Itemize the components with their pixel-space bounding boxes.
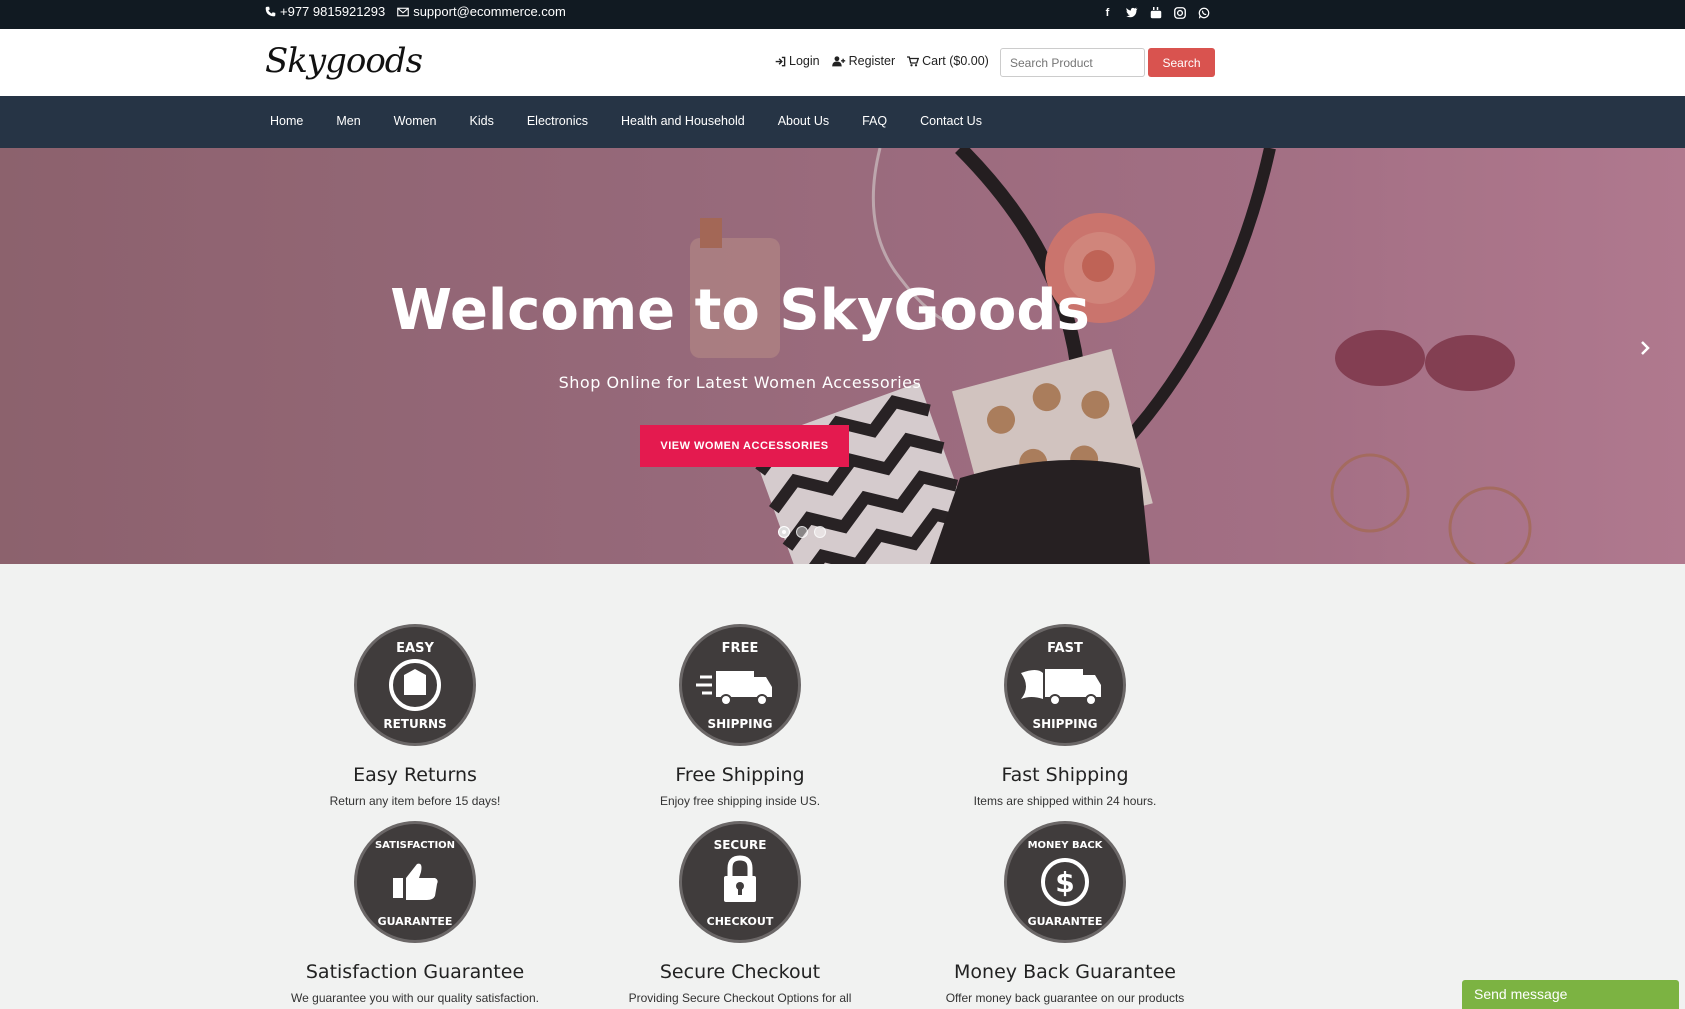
phone-icon bbox=[265, 6, 276, 17]
carousel-next-arrow[interactable] bbox=[1640, 336, 1650, 362]
feature-easy-returns: EASY RETURNS Easy Returns Return any ite… bbox=[265, 624, 565, 808]
feature-title: Fast Shipping bbox=[1001, 764, 1129, 786]
top-bar: +977 9815921293 support@ecommerce.com f bbox=[0, 0, 1685, 29]
feature-title: Easy Returns bbox=[353, 764, 477, 786]
facebook-icon[interactable]: f bbox=[1100, 5, 1115, 20]
feature-title: Satisfaction Guarantee bbox=[305, 961, 525, 983]
nav-item-health-household[interactable]: Health and Household bbox=[621, 114, 745, 128]
badge-bottom-text: SHIPPING bbox=[1032, 717, 1097, 731]
whatsapp-icon[interactable] bbox=[1196, 5, 1211, 20]
account-links: Login Register Cart ($0.00) bbox=[775, 54, 989, 68]
free-shipping-badge: FREE SHIPPING bbox=[679, 624, 801, 746]
feature-description: We guarantee you with our quality satisf… bbox=[291, 991, 539, 1005]
svg-text:$: $ bbox=[1055, 866, 1074, 899]
feature-secure-checkout: SECURE CHECKOUT Secure Checkout Providin… bbox=[590, 821, 890, 1005]
hero-title: Welcome to SkyGoods bbox=[390, 278, 1090, 343]
site-header: Skygoods Login Register Cart ($0.00) Sea… bbox=[0, 29, 1685, 96]
social-links: f bbox=[1100, 5, 1211, 20]
badge-top-text: FREE bbox=[722, 641, 759, 656]
carousel-dot-1[interactable] bbox=[778, 526, 790, 538]
feature-description: Enjoy free shipping inside US. bbox=[659, 794, 821, 808]
instagram-icon[interactable] bbox=[1172, 5, 1187, 20]
badge-top-text: MONEY BACK bbox=[1028, 840, 1104, 851]
badge-top-text: SECURE bbox=[714, 838, 767, 852]
easy-returns-badge: EASY RETURNS bbox=[354, 624, 476, 746]
nav-item-contact-us[interactable]: Contact Us bbox=[920, 114, 982, 128]
badge-bottom-text: CHECKOUT bbox=[707, 915, 774, 928]
money-back-guarantee-badge: MONEY BACK $ GUARANTEE bbox=[1004, 821, 1126, 943]
badge-bottom-text: RETURNS bbox=[383, 717, 446, 731]
fast-shipping-badge: FAST SHIPPING bbox=[1004, 624, 1126, 746]
email-contact[interactable]: support@ecommerce.com bbox=[397, 4, 566, 19]
satisfaction-guarantee-badge: SATISFACTION GUARANTEE bbox=[354, 821, 476, 943]
feature-satisfaction-guarantee: SATISFACTION GUARANTEE Satisfaction Guar… bbox=[265, 821, 565, 1005]
site-logo[interactable]: Skygoods bbox=[265, 41, 423, 81]
carousel-indicators bbox=[778, 526, 826, 538]
badge-top-text: EASY bbox=[396, 641, 434, 656]
carousel-dot-3[interactable] bbox=[814, 526, 826, 538]
badge-top-text: SATISFACTION bbox=[375, 840, 455, 851]
badge-bottom-text: SHIPPING bbox=[707, 717, 772, 731]
send-message-chat-button[interactable]: Send message bbox=[1462, 980, 1679, 1009]
nav-item-about-us[interactable]: About Us bbox=[778, 114, 829, 128]
feature-description: Return any item before 15 days! bbox=[329, 794, 501, 808]
badge-bottom-text: GUARANTEE bbox=[1028, 915, 1103, 928]
twitter-icon[interactable] bbox=[1124, 5, 1139, 20]
sign-in-icon bbox=[775, 56, 786, 66]
feature-description: Providing Secure Checkout Options for al… bbox=[628, 991, 852, 1005]
view-women-accessories-button[interactable]: VIEW WOMEN ACCESSORIES bbox=[640, 425, 849, 467]
hero-subtitle: Shop Online for Latest Women Accessories bbox=[558, 373, 922, 392]
nav-item-electronics[interactable]: Electronics bbox=[527, 114, 588, 128]
envelope-icon bbox=[397, 7, 410, 16]
nav-item-faq[interactable]: FAQ bbox=[862, 114, 887, 128]
feature-free-shipping: FREE SHIPPING Free Shipping Enjoy free s… bbox=[590, 624, 890, 808]
feature-title: Money Back Guarantee bbox=[954, 961, 1176, 983]
search-input[interactable] bbox=[1000, 48, 1145, 77]
register-link[interactable]: Register bbox=[831, 54, 895, 68]
hero-overlay bbox=[0, 148, 1685, 564]
user-plus-icon bbox=[831, 55, 845, 66]
nav-item-women[interactable]: Women bbox=[394, 114, 437, 128]
feature-description: Items are shipped within 24 hours. bbox=[973, 794, 1157, 808]
feature-title: Free Shipping bbox=[675, 764, 805, 786]
hero-carousel: Welcome to SkyGoods Shop Online for Late… bbox=[0, 148, 1685, 564]
search-button[interactable]: Search bbox=[1148, 48, 1215, 77]
nav-item-kids[interactable]: Kids bbox=[470, 114, 494, 128]
feature-fast-shipping: FAST SHIPPING Fast Shipping Items are sh… bbox=[915, 624, 1215, 808]
contact-info: +977 9815921293 support@ecommerce.com bbox=[265, 4, 566, 19]
badge-top-text: FAST bbox=[1047, 641, 1083, 656]
nav-item-men[interactable]: Men bbox=[336, 114, 360, 128]
carousel-dot-2[interactable] bbox=[796, 526, 808, 538]
youtube-icon[interactable] bbox=[1148, 5, 1163, 20]
nav-item-home[interactable]: Home bbox=[270, 114, 303, 128]
cart-icon bbox=[907, 55, 920, 66]
login-link[interactable]: Login bbox=[775, 54, 820, 68]
feature-title: Secure Checkout bbox=[659, 961, 821, 983]
feature-money-back-guarantee: MONEY BACK $ GUARANTEE Money Back Guaran… bbox=[915, 821, 1215, 1005]
cart-link[interactable]: Cart ($0.00) bbox=[907, 54, 989, 68]
feature-description: Offer money back guarantee on our produc… bbox=[945, 991, 1185, 1005]
secure-checkout-badge: SECURE CHECKOUT bbox=[679, 821, 801, 943]
phone-contact[interactable]: +977 9815921293 bbox=[265, 4, 385, 19]
badge-bottom-text: GUARANTEE bbox=[378, 915, 453, 928]
chevron-right-icon bbox=[1641, 341, 1650, 355]
main-nav: Home Men Women Kids Electronics Health a… bbox=[0, 96, 1685, 148]
